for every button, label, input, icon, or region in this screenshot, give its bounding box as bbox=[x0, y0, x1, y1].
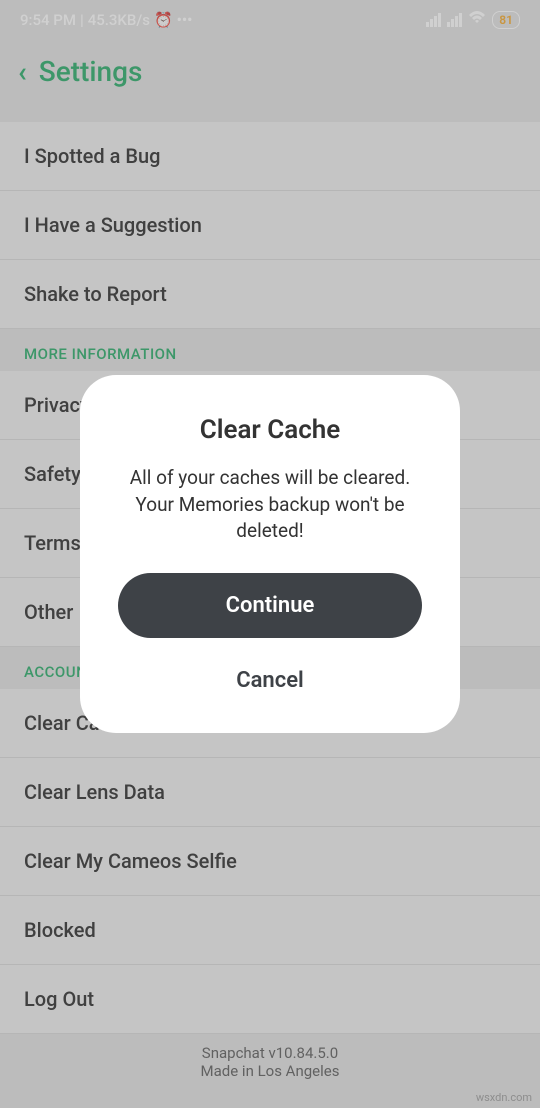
dialog-message: All of your caches will be cleared. Your… bbox=[110, 465, 430, 545]
cancel-button[interactable]: Cancel bbox=[110, 658, 430, 703]
continue-button[interactable]: Continue bbox=[118, 573, 422, 638]
modal-overlay: Clear Cache All of your caches will be c… bbox=[0, 0, 540, 1108]
clear-cache-dialog: Clear Cache All of your caches will be c… bbox=[80, 375, 460, 733]
dialog-title: Clear Cache bbox=[110, 415, 430, 445]
